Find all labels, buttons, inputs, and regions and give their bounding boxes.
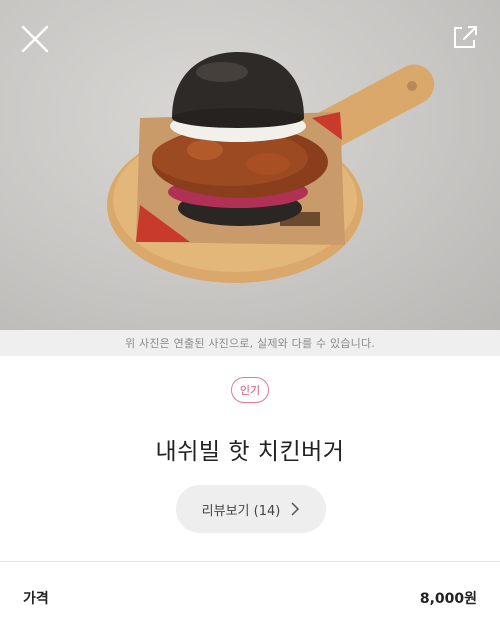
share-icon[interactable] bbox=[450, 22, 480, 52]
price-label: 가격 bbox=[23, 591, 49, 607]
price-value: 8,000원 bbox=[419, 591, 477, 607]
view-reviews-label: 리뷰보기 (14) bbox=[201, 503, 281, 519]
chevron-right-icon bbox=[291, 502, 300, 516]
photo-disclaimer-bar: 위 사진은 연출된 사진으로, 실제와 다를 수 있습니다. bbox=[0, 330, 500, 356]
product-title: 내쉬빌 핫 치킨버거 bbox=[155, 439, 345, 465]
photo-disclaimer: 위 사진은 연출된 사진으로, 실제와 다를 수 있습니다. bbox=[125, 337, 375, 350]
burger-photo bbox=[107, 52, 435, 283]
close-icon[interactable] bbox=[18, 22, 52, 56]
popular-badge: 인기 bbox=[231, 377, 269, 403]
section-divider bbox=[0, 561, 500, 562]
product-hero-image bbox=[0, 0, 500, 330]
view-reviews-button[interactable]: 리뷰보기 (14) bbox=[176, 485, 326, 533]
